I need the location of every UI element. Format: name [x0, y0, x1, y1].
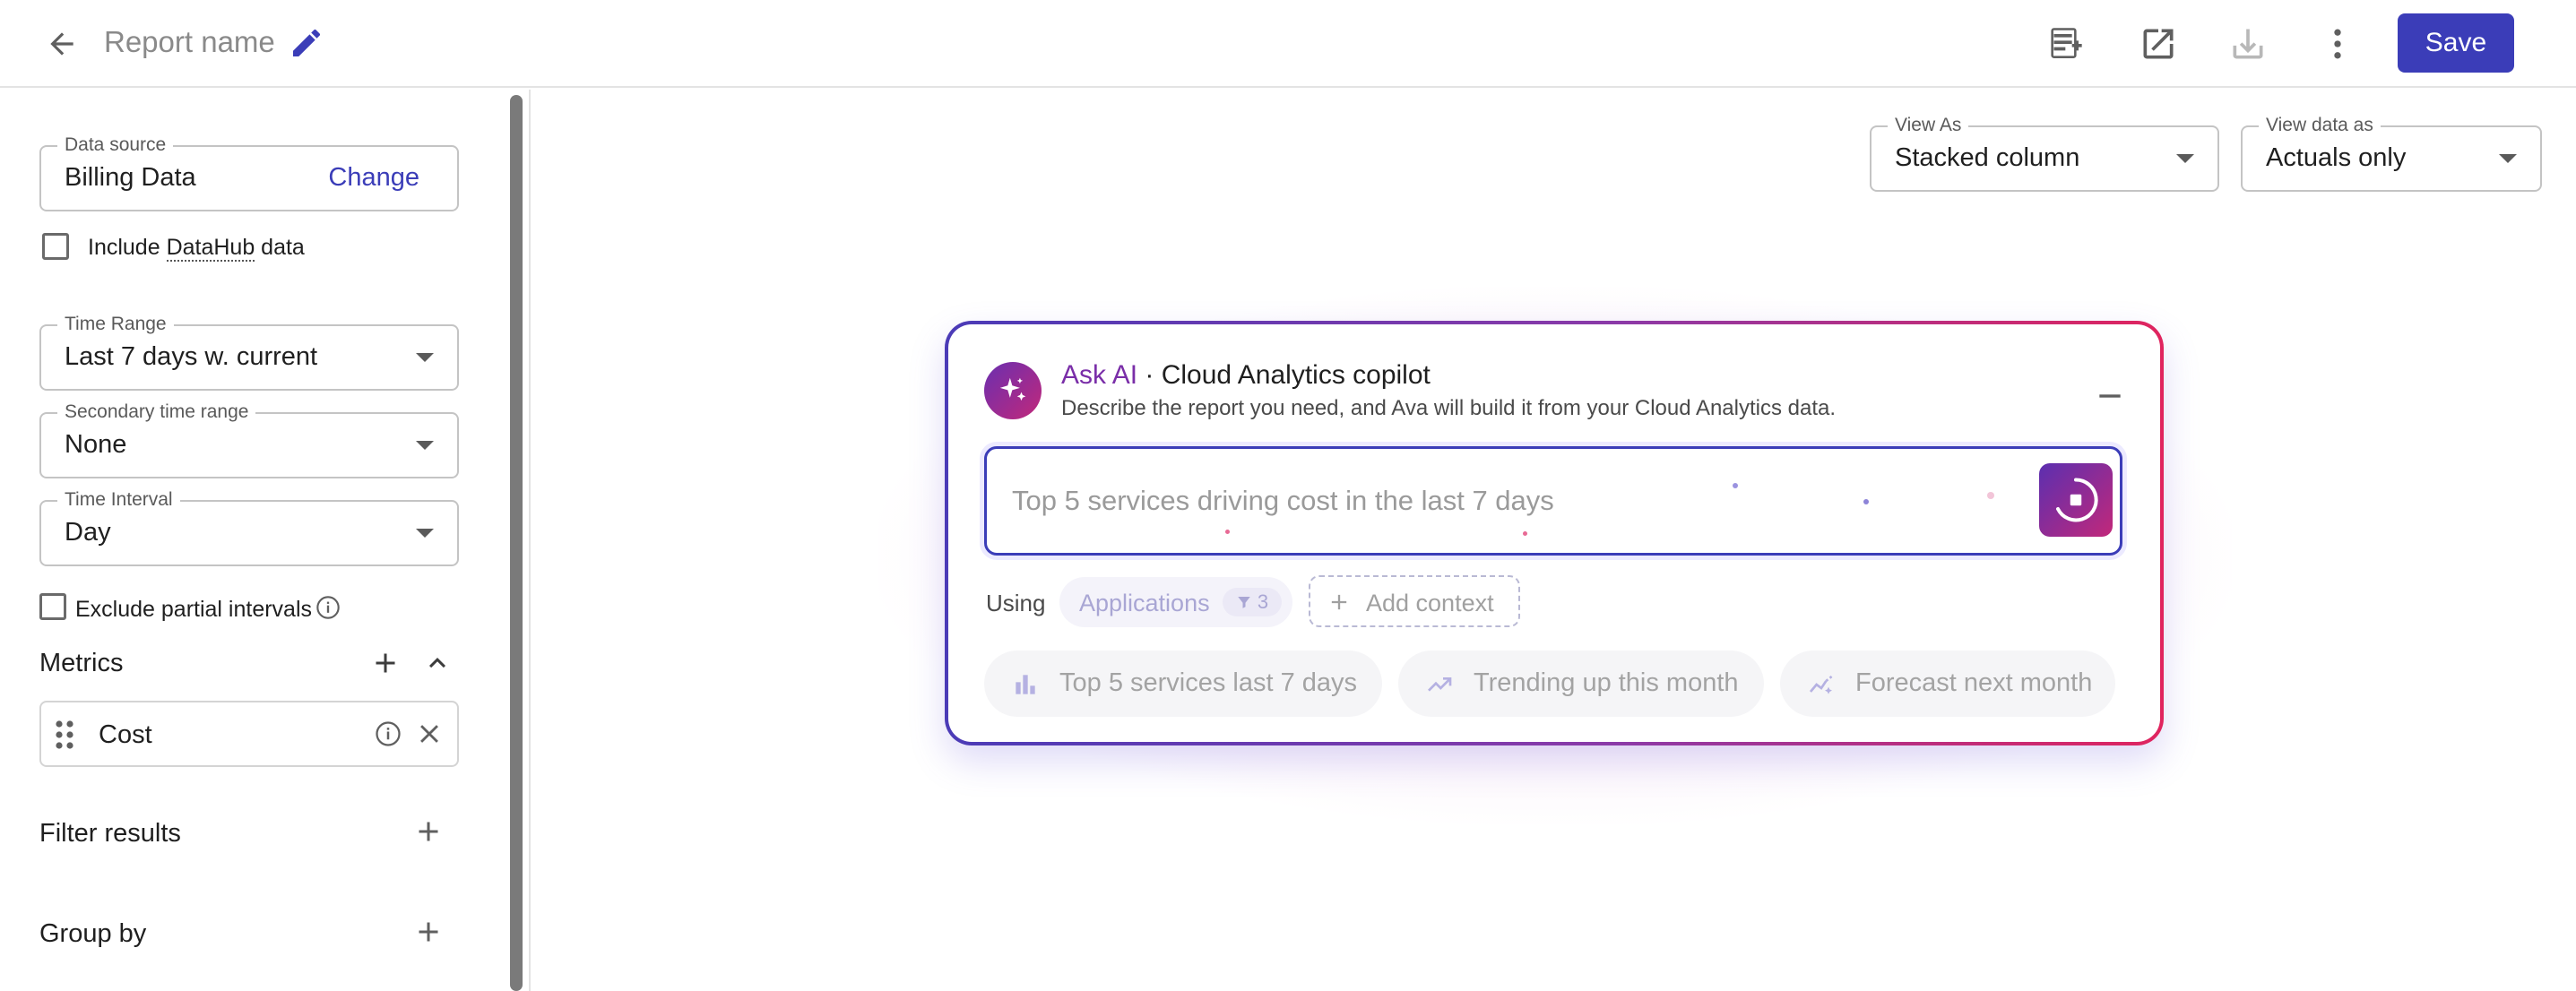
- using-label: Using: [986, 590, 1046, 616]
- bar-chart-icon: [1016, 675, 1035, 694]
- save-button[interactable]: Save: [2398, 13, 2514, 73]
- caret-down-icon: [2499, 154, 2517, 163]
- view-data-as-value: Actuals only: [2266, 143, 2407, 172]
- forecast-icon: [1809, 675, 1833, 694]
- info-icon[interactable]: [316, 595, 341, 620]
- particle-dot: [1863, 499, 1869, 504]
- add-to-dashboard-icon[interactable]: [2044, 20, 2093, 68]
- metric-label: Cost: [99, 720, 152, 749]
- group-by-title: Group by: [39, 919, 147, 948]
- add-context-label: Add context: [1366, 590, 1494, 616]
- ai-prompt-input[interactable]: [1012, 476, 1998, 526]
- metrics-title: Metrics: [39, 649, 124, 677]
- more-vertical-icon[interactable]: [2313, 20, 2362, 68]
- time-range-label: Time Range: [57, 314, 174, 335]
- exclude-partial-label: Exclude partial intervals: [75, 597, 313, 622]
- back-arrow-icon[interactable]: [39, 22, 84, 66]
- caret-down-icon: [2176, 154, 2194, 163]
- top-toolbar: Report name Save: [0, 0, 2576, 88]
- collapse-chevron-up-icon[interactable]: [418, 643, 457, 683]
- view-data-as-label: View data as: [2259, 115, 2381, 136]
- plus-icon: [1331, 594, 1347, 610]
- filter-funnel-icon: [1238, 597, 1250, 608]
- filter-results-title: Filter results: [39, 819, 181, 848]
- include-datahub-checkbox[interactable]: [42, 233, 69, 260]
- add-filter-plus-icon[interactable]: [409, 812, 448, 851]
- ai-panel-subtitle: Describe the report you need, and Ava wi…: [1061, 396, 1837, 420]
- secondary-time-range-label: Secondary time range: [57, 401, 256, 423]
- view-as-value: Stacked column: [1895, 143, 2080, 172]
- suggestion-forecast[interactable]: Forecast next month: [1780, 651, 2115, 717]
- add-metric-plus-icon[interactable]: [366, 643, 405, 683]
- caret-down-icon: [416, 529, 434, 538]
- caret-down-icon: [416, 353, 434, 362]
- add-group-by-plus-icon[interactable]: [409, 912, 448, 952]
- particle-dot: [1987, 492, 1994, 499]
- suggestion-trending-up[interactable]: Trending up this month: [1398, 651, 1764, 717]
- metric-item-cost[interactable]: Cost: [39, 701, 459, 767]
- ai-panel-title: Ask AI · Cloud Analytics copilot: [1061, 360, 1431, 390]
- time-range-value: Last 7 days w. current: [65, 342, 318, 371]
- view-as-select[interactable]: View As Stacked column: [1870, 115, 2219, 192]
- particle-dot: [1523, 531, 1527, 536]
- suggestion-top-services[interactable]: Top 5 services last 7 days: [984, 651, 1382, 717]
- filter-count-badge: 3: [1223, 588, 1282, 616]
- prompt-box: [984, 446, 2122, 556]
- suggestion-label: Trending up this month: [1474, 668, 1739, 697]
- particle-dot: [1225, 530, 1230, 534]
- drag-handle-icon[interactable]: [54, 719, 75, 751]
- sidebar-divider: [529, 90, 531, 991]
- caret-down-icon: [416, 441, 434, 450]
- info-icon[interactable]: [375, 720, 402, 747]
- context-chip-applications[interactable]: Applications 3: [1059, 577, 1292, 627]
- context-chip-label: Applications: [1079, 590, 1210, 616]
- add-context-button[interactable]: Add context: [1309, 575, 1520, 627]
- change-data-source-button[interactable]: Change: [328, 163, 419, 193]
- download-icon[interactable]: [2224, 20, 2272, 68]
- particle-dot: [1733, 483, 1738, 488]
- data-source-value: Billing Data: [65, 163, 196, 192]
- exclude-partial-checkbox[interactable]: [39, 593, 66, 620]
- report-name-title[interactable]: Report name: [104, 25, 275, 59]
- pencil-edit-icon[interactable]: [289, 25, 324, 61]
- view-data-as-select[interactable]: View data as Actuals only: [2241, 115, 2542, 192]
- include-datahub-label: Include DataHub data: [88, 235, 305, 262]
- minimize-icon[interactable]: [2092, 378, 2128, 414]
- datahub-link[interactable]: DataHub: [166, 235, 255, 262]
- time-interval-value: Day: [65, 518, 111, 547]
- time-range-select[interactable]: Time Range Last 7 days w. current: [39, 314, 459, 391]
- time-interval-select[interactable]: Time Interval Day: [39, 489, 459, 566]
- stop-generating-button[interactable]: [2039, 463, 2113, 537]
- data-source-field: Data source Billing Data Change: [39, 134, 459, 211]
- secondary-time-range-value: None: [65, 430, 127, 459]
- remove-close-icon[interactable]: [414, 719, 445, 749]
- suggestion-label: Forecast next month: [1855, 668, 2093, 697]
- time-interval-label: Time Interval: [57, 489, 180, 511]
- data-source-label: Data source: [57, 134, 174, 156]
- trending-up-icon: [1428, 677, 1452, 692]
- ask-ai-panel: Ask AI · Cloud Analytics copilot Describ…: [945, 321, 2164, 745]
- open-in-new-icon[interactable]: [2134, 20, 2183, 68]
- view-as-label: View As: [1888, 115, 1969, 136]
- stop-spinner-icon: [2056, 478, 2098, 522]
- sidebar-scrollbar[interactable]: [510, 95, 523, 991]
- secondary-time-range-select[interactable]: Secondary time range None: [39, 401, 459, 478]
- suggestion-label: Top 5 services last 7 days: [1059, 668, 1358, 697]
- sparkle-ai-icon: [984, 362, 1042, 419]
